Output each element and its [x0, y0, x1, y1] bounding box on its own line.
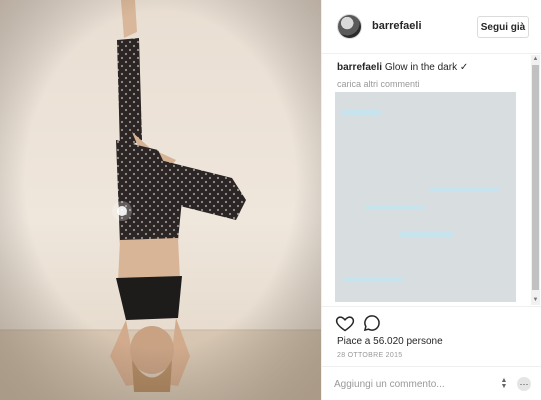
load-more-comments-link[interactable]: carica altri commenti [337, 79, 420, 89]
comments-scrollbar[interactable]: ▲ ▼ [531, 55, 540, 305]
caption: barrefaeli Glow in the dark ✓ [337, 62, 468, 73]
scroll-up-arrow-icon[interactable]: ▲ [531, 55, 540, 64]
instagram-post: barrefaeli Segui già barrefaeli Glow in … [0, 0, 541, 400]
comment-input[interactable] [334, 375, 494, 393]
post-actions: Piace a 56.020 persone 28 OTTOBRE 2015 [322, 306, 541, 366]
scroll-down-arrow-icon[interactable]: ▼ [531, 296, 540, 305]
likes-count[interactable]: Piace a 56.020 persone [337, 336, 443, 347]
post-photo[interactable] [0, 0, 321, 400]
comment-placeholder-line [365, 205, 425, 210]
comments-section: barrefaeli Glow in the dark ✓ carica alt… [322, 55, 530, 305]
post-date: 28 OTTOBRE 2015 [337, 352, 403, 359]
add-comment-bar: ▲▼ ⋯ [322, 366, 541, 400]
post-header: barrefaeli Segui già [322, 0, 541, 54]
comment-placeholder-line [341, 110, 381, 115]
comment-placeholder-line [399, 232, 454, 237]
caption-username[interactable]: barrefaeli [337, 62, 382, 73]
following-button[interactable]: Segui già [477, 16, 529, 38]
heart-icon[interactable] [335, 313, 355, 333]
comment-placeholder-line [343, 277, 403, 282]
scrollbar-thumb[interactable] [532, 65, 539, 290]
post-side-panel: barrefaeli Segui già barrefaeli Glow in … [321, 0, 541, 400]
yoga-headstand-illustration [0, 0, 321, 400]
username-link[interactable]: barrefaeli [372, 20, 422, 32]
comment-placeholder-line [429, 187, 499, 192]
comment-bubble-icon[interactable] [362, 313, 382, 333]
caption-text: Glow in the dark ✓ [384, 62, 469, 73]
more-options-icon[interactable]: ⋯ [517, 377, 531, 391]
comment-list-overlay [335, 92, 516, 302]
spin-arrows-icon[interactable]: ▲ ▼ [499, 377, 509, 390]
avatar[interactable] [337, 14, 362, 39]
